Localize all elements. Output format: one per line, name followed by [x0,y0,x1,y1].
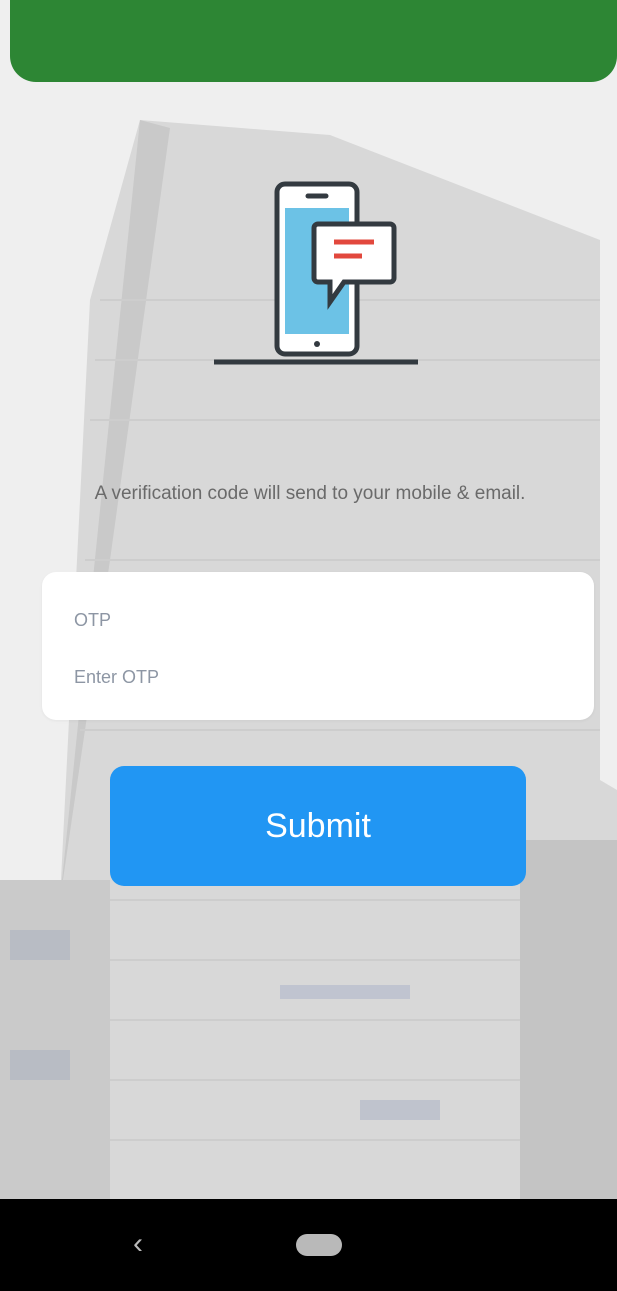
otp-input[interactable] [72,660,556,694]
verification-message: A verification code will send to your mo… [94,483,526,504]
submit-button[interactable]: Submit [110,766,526,886]
back-icon[interactable]: ‹ [118,1219,158,1269]
header-bar [10,0,617,82]
otp-field-label: OTP [74,610,112,630]
otp-verification-screen: A verification code will send to your mo… [0,0,617,1291]
home-pill-icon[interactable] [296,1234,342,1256]
otp-field-card[interactable]: OTP [42,572,594,720]
phone-message-icon [214,181,418,365]
system-navigation-bar: ‹ [0,1199,617,1291]
